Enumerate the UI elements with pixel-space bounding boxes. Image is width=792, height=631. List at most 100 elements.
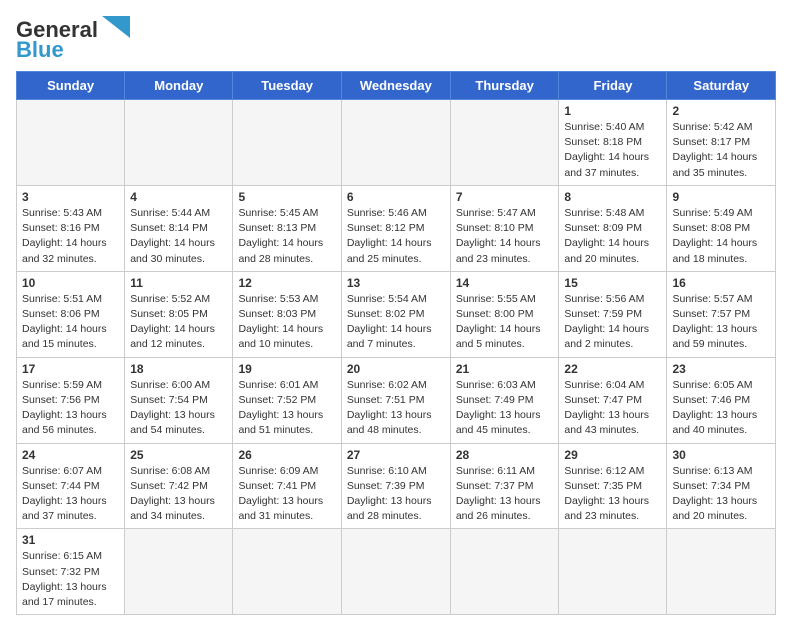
day-info: Sunrise: 5:44 AM Sunset: 8:14 PM Dayligh… (130, 206, 227, 267)
day-number: 9 (672, 190, 770, 204)
day-info: Sunrise: 6:13 AM Sunset: 7:34 PM Dayligh… (672, 464, 770, 525)
calendar-cell: 28 Sunrise: 6:11 AM Sunset: 7:37 PM Dayli… (450, 443, 559, 529)
calendar-cell: 7Sunrise: 5:47 AM Sunset: 8:10 PM Daylig… (450, 185, 559, 271)
calendar-cell: 9 Sunrise: 5:49 AM Sunset: 8:08 PM Daylig… (667, 185, 776, 271)
day-info: Sunrise: 6:07 AM Sunset: 7:44 PM Dayligh… (22, 464, 119, 525)
calendar-table: SundayMondayTuesdayWednesdayThursdayFrid… (16, 71, 776, 615)
day-number: 13 (347, 276, 445, 290)
calendar-week-1: 3 Sunrise: 5:43 AM Sunset: 8:16 PM Daylig… (17, 185, 776, 271)
calendar-cell (125, 529, 233, 615)
calendar-cell (450, 529, 559, 615)
calendar-week-3: 17Sunrise: 5:59 AM Sunset: 7:56 PM Dayli… (17, 357, 776, 443)
day-number: 20 (347, 362, 445, 376)
calendar-cell (17, 100, 125, 186)
day-info: Sunrise: 6:08 AM Sunset: 7:42 PM Dayligh… (130, 464, 227, 525)
day-info: Sunrise: 6:02 AM Sunset: 7:51 PM Dayligh… (347, 378, 445, 439)
day-info: Sunrise: 5:51 AM Sunset: 8:06 PM Dayligh… (22, 292, 119, 353)
day-info: Sunrise: 5:43 AM Sunset: 8:16 PM Dayligh… (22, 206, 119, 267)
day-info: Sunrise: 5:53 AM Sunset: 8:03 PM Dayligh… (238, 292, 335, 353)
day-info: Sunrise: 5:57 AM Sunset: 7:57 PM Dayligh… (672, 292, 770, 353)
calendar-cell: 13 Sunrise: 5:54 AM Sunset: 8:02 PM Dayli… (341, 271, 450, 357)
calendar-cell (450, 100, 559, 186)
calendar-week-5: 31Sunrise: 6:15 AM Sunset: 7:32 PM Dayli… (17, 529, 776, 615)
day-info: Sunrise: 5:45 AM Sunset: 8:13 PM Dayligh… (238, 206, 335, 267)
day-info: Sunrise: 5:56 AM Sunset: 7:59 PM Dayligh… (564, 292, 661, 353)
day-info: Sunrise: 6:11 AM Sunset: 7:37 PM Dayligh… (456, 464, 554, 525)
day-number: 3 (22, 190, 119, 204)
calendar-cell: 29Sunrise: 6:12 AM Sunset: 7:35 PM Dayli… (559, 443, 667, 529)
day-number: 6 (347, 190, 445, 204)
calendar-cell (341, 100, 450, 186)
calendar-cell: 31Sunrise: 6:15 AM Sunset: 7:32 PM Dayli… (17, 529, 125, 615)
day-number: 27 (347, 448, 445, 462)
calendar-cell: 26 Sunrise: 6:09 AM Sunset: 7:41 PM Dayli… (233, 443, 341, 529)
weekday-header-saturday: Saturday (667, 72, 776, 100)
day-info: Sunrise: 5:48 AM Sunset: 8:09 PM Dayligh… (564, 206, 661, 267)
day-info: Sunrise: 6:00 AM Sunset: 7:54 PM Dayligh… (130, 378, 227, 439)
weekday-header-thursday: Thursday (450, 72, 559, 100)
day-number: 26 (238, 448, 335, 462)
day-number: 28 (456, 448, 554, 462)
calendar-cell: 4Sunrise: 5:44 AM Sunset: 8:14 PM Daylig… (125, 185, 233, 271)
day-number: 8 (564, 190, 661, 204)
day-number: 11 (130, 276, 227, 290)
calendar-cell: 30 Sunrise: 6:13 AM Sunset: 7:34 PM Dayli… (667, 443, 776, 529)
calendar-cell: 20 Sunrise: 6:02 AM Sunset: 7:51 PM Dayli… (341, 357, 450, 443)
calendar-cell: 22 Sunrise: 6:04 AM Sunset: 7:47 PM Dayli… (559, 357, 667, 443)
weekday-header-sunday: Sunday (17, 72, 125, 100)
calendar-cell: 12Sunrise: 5:53 AM Sunset: 8:03 PM Dayli… (233, 271, 341, 357)
calendar-week-2: 10 Sunrise: 5:51 AM Sunset: 8:06 PM Dayli… (17, 271, 776, 357)
day-number: 18 (130, 362, 227, 376)
day-number: 16 (672, 276, 770, 290)
day-info: Sunrise: 5:42 AM Sunset: 8:17 PM Dayligh… (672, 120, 770, 181)
day-number: 15 (564, 276, 661, 290)
day-info: Sunrise: 6:03 AM Sunset: 7:49 PM Dayligh… (456, 378, 554, 439)
day-number: 30 (672, 448, 770, 462)
calendar-cell: 21 Sunrise: 6:03 AM Sunset: 7:49 PM Dayli… (450, 357, 559, 443)
day-number: 25 (130, 448, 227, 462)
calendar-cell: 10 Sunrise: 5:51 AM Sunset: 8:06 PM Dayli… (17, 271, 125, 357)
day-number: 5 (238, 190, 335, 204)
calendar-cell (667, 529, 776, 615)
weekday-header-monday: Monday (125, 72, 233, 100)
calendar-cell: 11Sunrise: 5:52 AM Sunset: 8:05 PM Dayli… (125, 271, 233, 357)
day-info: Sunrise: 6:10 AM Sunset: 7:39 PM Dayligh… (347, 464, 445, 525)
calendar-cell (559, 529, 667, 615)
calendar-cell (233, 100, 341, 186)
day-number: 17 (22, 362, 119, 376)
day-info: Sunrise: 6:01 AM Sunset: 7:52 PM Dayligh… (238, 378, 335, 439)
calendar-cell: 8 Sunrise: 5:48 AM Sunset: 8:09 PM Daylig… (559, 185, 667, 271)
day-info: Sunrise: 6:05 AM Sunset: 7:46 PM Dayligh… (672, 378, 770, 439)
calendar-week-4: 24 Sunrise: 6:07 AM Sunset: 7:44 PM Dayli… (17, 443, 776, 529)
day-number: 19 (238, 362, 335, 376)
day-number: 10 (22, 276, 119, 290)
calendar-cell: 17Sunrise: 5:59 AM Sunset: 7:56 PM Dayli… (17, 357, 125, 443)
day-number: 22 (564, 362, 661, 376)
day-info: Sunrise: 5:47 AM Sunset: 8:10 PM Dayligh… (456, 206, 554, 267)
day-info: Sunrise: 5:54 AM Sunset: 8:02 PM Dayligh… (347, 292, 445, 353)
calendar-cell: 3 Sunrise: 5:43 AM Sunset: 8:16 PM Daylig… (17, 185, 125, 271)
day-number: 21 (456, 362, 554, 376)
day-info: Sunrise: 6:09 AM Sunset: 7:41 PM Dayligh… (238, 464, 335, 525)
day-info: Sunrise: 5:49 AM Sunset: 8:08 PM Dayligh… (672, 206, 770, 267)
weekday-header-row: SundayMondayTuesdayWednesdayThursdayFrid… (17, 72, 776, 100)
calendar-cell: 16 Sunrise: 5:57 AM Sunset: 7:57 PM Dayli… (667, 271, 776, 357)
logo: General Blue (16, 16, 130, 61)
calendar-cell (125, 100, 233, 186)
calendar-cell: 24 Sunrise: 6:07 AM Sunset: 7:44 PM Dayli… (17, 443, 125, 529)
day-info: Sunrise: 6:04 AM Sunset: 7:47 PM Dayligh… (564, 378, 661, 439)
day-info: Sunrise: 5:46 AM Sunset: 8:12 PM Dayligh… (347, 206, 445, 267)
day-info: Sunrise: 5:55 AM Sunset: 8:00 PM Dayligh… (456, 292, 554, 353)
day-info: Sunrise: 6:12 AM Sunset: 7:35 PM Dayligh… (564, 464, 661, 525)
calendar-cell: 27 Sunrise: 6:10 AM Sunset: 7:39 PM Dayli… (341, 443, 450, 529)
calendar-cell: 19 Sunrise: 6:01 AM Sunset: 7:52 PM Dayli… (233, 357, 341, 443)
day-info: Sunrise: 5:40 AM Sunset: 8:18 PM Dayligh… (564, 120, 661, 181)
day-number: 24 (22, 448, 119, 462)
day-number: 14 (456, 276, 554, 290)
calendar-cell: 23 Sunrise: 6:05 AM Sunset: 7:46 PM Dayli… (667, 357, 776, 443)
weekday-header-wednesday: Wednesday (341, 72, 450, 100)
header: General Blue (16, 16, 776, 61)
day-number: 23 (672, 362, 770, 376)
calendar-cell: 25 Sunrise: 6:08 AM Sunset: 7:42 PM Dayli… (125, 443, 233, 529)
calendar-cell (341, 529, 450, 615)
